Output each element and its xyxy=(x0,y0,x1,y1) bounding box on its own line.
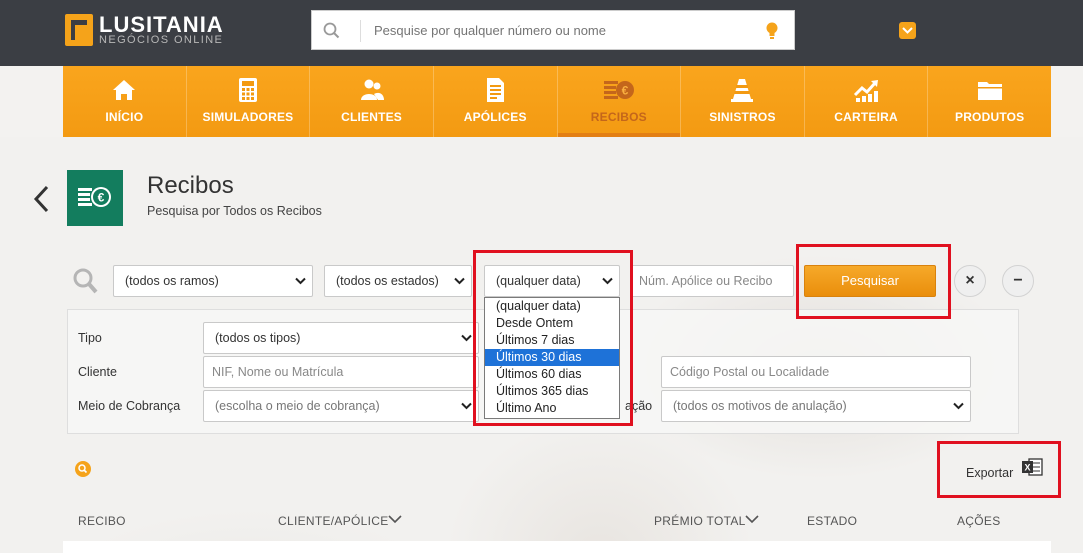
tipo-select-value: (todos os tipos) xyxy=(215,331,301,345)
nav-item-produtos[interactable]: PRODUTOS xyxy=(928,66,1051,137)
tipo-select[interactable]: (todos os tipos) xyxy=(203,322,479,354)
top-bar: LUSITANIA NEGÓCIOS ONLINE xyxy=(0,0,1083,66)
collapse-button[interactable]: − xyxy=(1002,265,1034,297)
lightbulb-icon[interactable] xyxy=(764,21,780,41)
chevron-down-icon xyxy=(454,277,465,285)
nav-item-simuladores[interactable]: SIMULADORES xyxy=(187,66,311,137)
nav-label-simuladores: SIMULADORES xyxy=(202,110,294,124)
logo-mark-icon xyxy=(65,14,93,46)
chevron-down-icon xyxy=(902,27,913,34)
global-search-input[interactable] xyxy=(374,11,754,49)
tipo-label: Tipo xyxy=(78,331,102,345)
chevron-down-icon xyxy=(461,334,472,342)
postal-input[interactable]: Código Postal ou Localidade xyxy=(661,356,971,388)
postal-placeholder: Código Postal ou Localidade xyxy=(670,365,830,379)
meio-cobranca-label: Meio de Cobrança xyxy=(78,399,181,413)
cliente-input[interactable]: NIF, Nome ou Matrícula xyxy=(203,356,479,388)
global-search xyxy=(311,10,795,50)
active-indicator xyxy=(557,133,681,137)
highlight-search-button xyxy=(796,244,951,319)
page-icon-tile: € xyxy=(67,170,123,226)
brand-logo[interactable]: LUSITANIA NEGÓCIOS ONLINE xyxy=(65,12,225,48)
nav-label-produtos: PRODUTOS xyxy=(954,110,1025,124)
nav-item-sinistros[interactable]: SINISTROS xyxy=(681,66,805,137)
traffic-cone-icon xyxy=(731,79,754,102)
page-title: Recibos xyxy=(147,172,234,199)
ramos-select[interactable]: (todos os ramos) xyxy=(113,265,313,297)
euro-coins-icon: € xyxy=(603,81,634,99)
nav-label-recibos: RECIBOS xyxy=(590,110,647,124)
ramos-select-value: (todos os ramos) xyxy=(125,274,219,288)
nav-label-apolices: APÓLICES xyxy=(463,110,527,124)
back-arrow-icon[interactable] xyxy=(32,184,50,214)
nav-label-sinistros: SINISTROS xyxy=(709,110,776,124)
page-subtitle: Pesquisa por Todos os Recibos xyxy=(147,204,322,218)
column-header-cliente-apolice[interactable]: CLIENTE/APÓLICE xyxy=(278,514,389,528)
user-menu-toggle[interactable] xyxy=(899,22,916,39)
search-divider xyxy=(360,20,361,42)
brand-tagline: NEGÓCIOS ONLINE xyxy=(99,34,224,46)
results-search-icon[interactable] xyxy=(75,461,91,477)
excel-icon[interactable]: X xyxy=(1021,457,1043,477)
chevron-down-icon xyxy=(295,277,306,285)
nav-item-clientes[interactable]: CLIENTES xyxy=(310,66,434,137)
chevron-down-icon[interactable] xyxy=(745,514,759,524)
estados-select[interactable]: (todos os estados) xyxy=(324,265,472,297)
svg-text:X: X xyxy=(1024,463,1030,473)
clear-button[interactable]: × xyxy=(954,265,986,297)
chevron-down-icon xyxy=(461,402,472,410)
export-label[interactable]: Exportar xyxy=(966,466,1013,480)
nav-label-carteira: CARTEIRA xyxy=(834,110,898,124)
search-icon xyxy=(78,464,88,474)
chevron-down-icon xyxy=(953,402,964,410)
anulacao-select[interactable]: (todos os motivos de anulação) xyxy=(661,390,971,422)
cliente-placeholder: NIF, Nome ou Matrícula xyxy=(212,365,344,379)
apolice-input[interactable]: Núm. Apólice ou Recibo xyxy=(630,265,794,297)
svg-text:€: € xyxy=(621,84,628,98)
anulacao-value: (todos os motivos de anulação) xyxy=(673,399,847,413)
svg-text:€: € xyxy=(98,191,105,205)
highlight-date-filter xyxy=(473,250,633,426)
nav-item-carteira[interactable]: CARTEIRA xyxy=(805,66,929,137)
nav-label-clientes: CLIENTES xyxy=(341,110,403,124)
nav-item-apolices[interactable]: APÓLICES xyxy=(434,66,558,137)
growth-chart-icon xyxy=(854,80,879,102)
cliente-label: Cliente xyxy=(78,365,117,379)
folder-icon xyxy=(977,82,1002,100)
column-header-recibo[interactable]: RECIBO xyxy=(78,514,126,528)
nav-item-recibos[interactable]: € RECIBOS xyxy=(557,66,682,137)
search-icon[interactable] xyxy=(322,22,342,40)
meio-cobranca-value: (escolha o meio de cobrança) xyxy=(215,399,380,413)
main-nav: INÍCIO SIMULADORES CLIENTES APÓLICES € R… xyxy=(63,66,1051,137)
calculator-icon xyxy=(238,78,257,102)
table-row[interactable] xyxy=(63,541,1051,553)
nav-item-inicio[interactable]: INÍCIO xyxy=(63,66,187,137)
people-icon xyxy=(360,79,384,100)
chevron-down-icon[interactable] xyxy=(388,514,402,524)
document-icon xyxy=(487,78,505,102)
euro-coins-icon: € xyxy=(78,187,111,207)
column-header-estado[interactable]: ESTADO xyxy=(807,514,857,528)
estados-select-value: (todos os estados) xyxy=(336,274,439,288)
apolice-placeholder: Núm. Apólice ou Recibo xyxy=(639,274,773,288)
column-header-premio-total[interactable]: PRÉMIO TOTAL xyxy=(654,514,746,528)
home-icon xyxy=(113,80,136,100)
meio-cobranca-select[interactable]: (escolha o meio de cobrança) xyxy=(203,390,479,422)
search-icon xyxy=(73,268,98,294)
column-header-acoes: AÇÕES xyxy=(957,514,1001,528)
nav-label-inicio: INÍCIO xyxy=(105,110,144,124)
